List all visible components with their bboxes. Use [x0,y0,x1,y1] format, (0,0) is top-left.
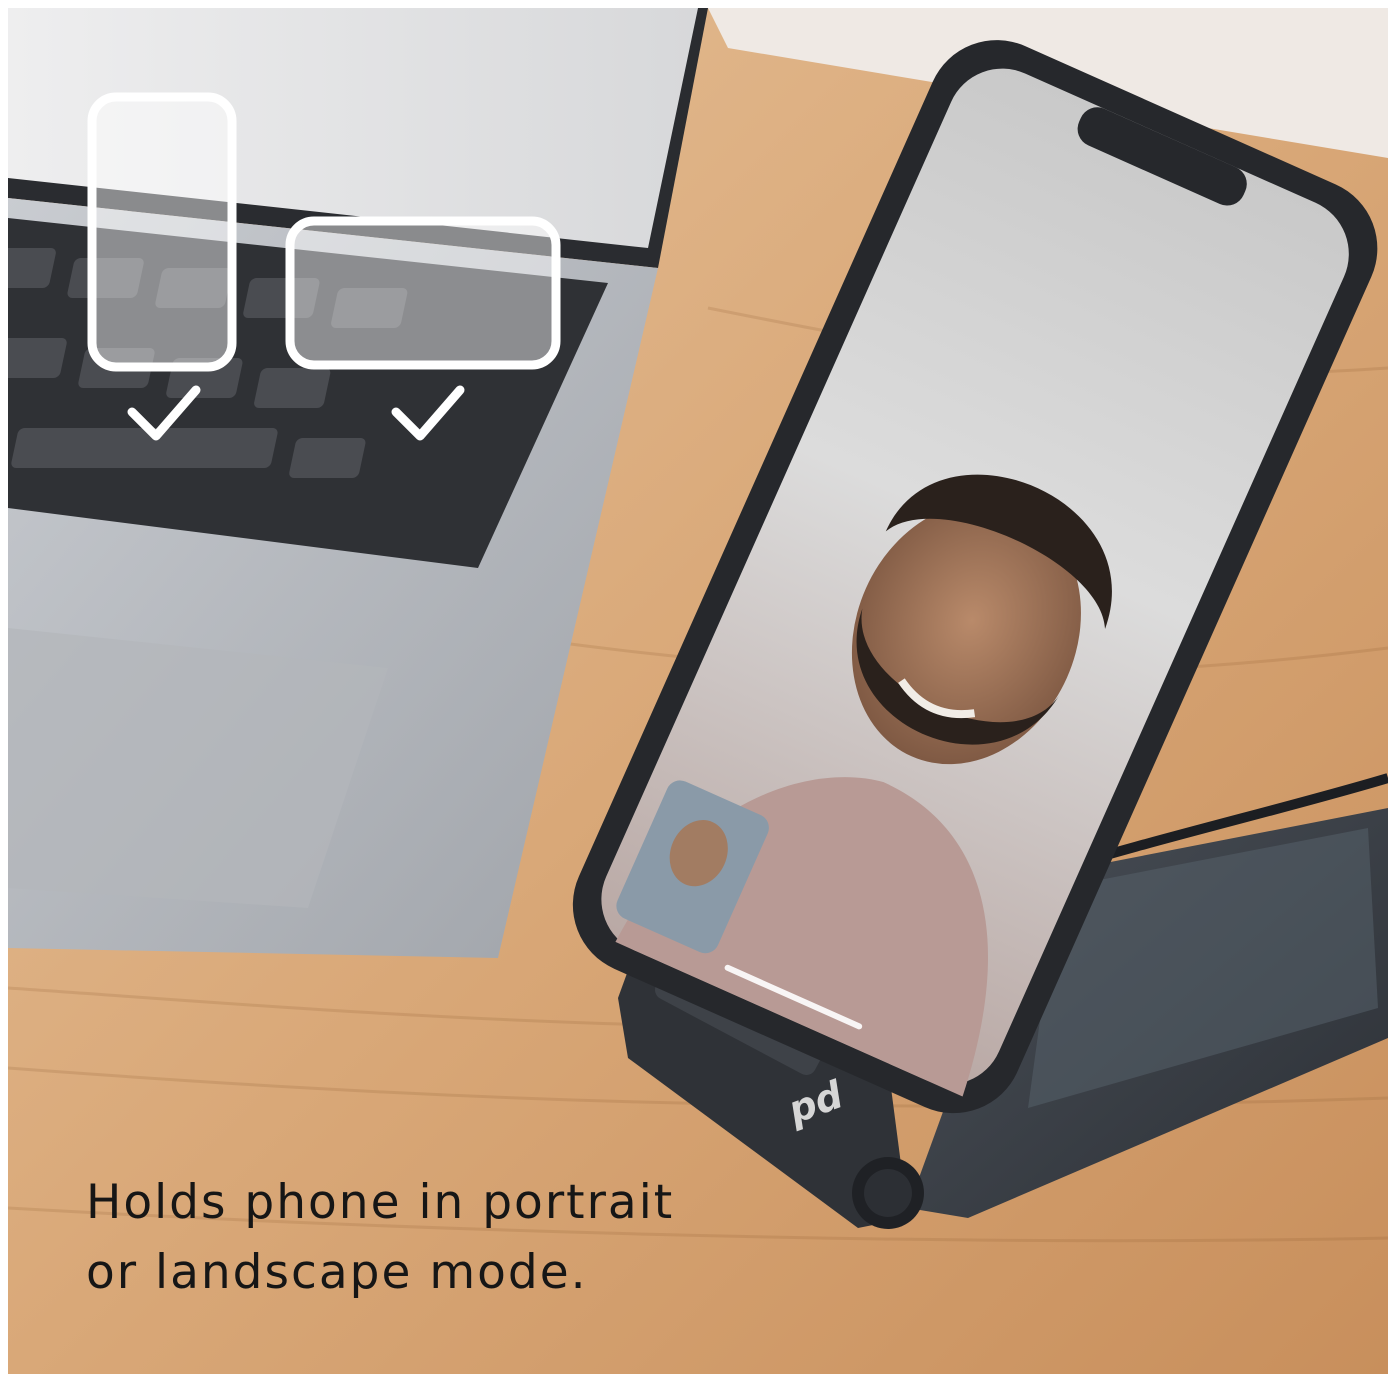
caption-line-2: or landscape mode. [86,1245,588,1300]
caption: Holds phone in portrait or landscape mod… [86,1168,906,1308]
caption-line-1: Holds phone in portrait [86,1175,675,1230]
portrait-orientation-icon [87,92,237,372]
landscape-orientation-icon [285,216,561,370]
product-image: pd Holds phone in portrait or landscape … [8,8,1388,1374]
